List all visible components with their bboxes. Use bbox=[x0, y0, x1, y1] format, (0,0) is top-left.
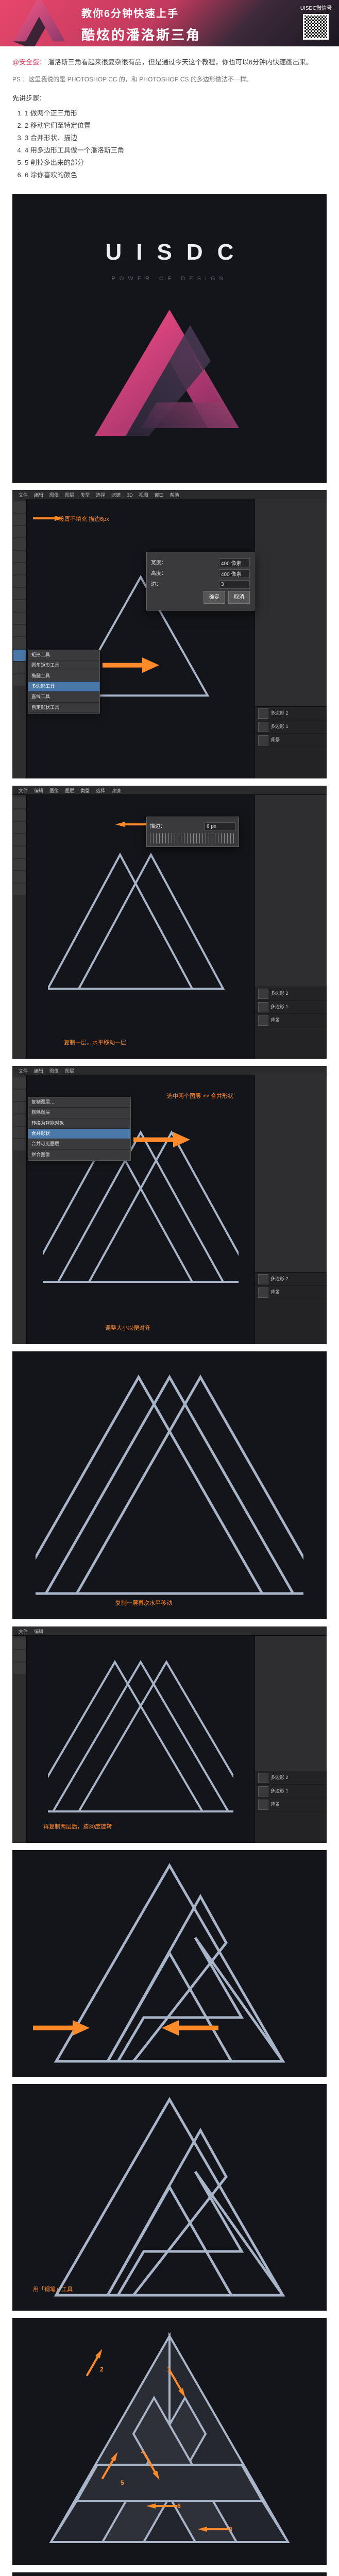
step-7-screenshot: 用「钢笔」工具 bbox=[12, 2084, 327, 2311]
layer-row[interactable]: 背景 bbox=[255, 734, 327, 747]
callout-text: 用「钢笔」工具 bbox=[33, 2285, 73, 2295]
author-link[interactable]: @安全蛋： bbox=[12, 58, 46, 66]
steps-list: 1 做两个正三角形 2 移动它们至特定位置 3 合并形状、描边 4 用多边形工具… bbox=[0, 108, 339, 188]
step-1-screenshot: 文件编辑图像 图层类型选择 滤镜3D视图 窗口帮助 多边形 2 多边形 1 背景 bbox=[12, 490, 327, 778]
brand-subtitle: POWER OF DESIGN bbox=[111, 274, 227, 284]
shape-tool-dropdown[interactable]: 矩形工具 圆角矩形工具 椭圆工具 多边形工具 直线工具 自定形状工具 bbox=[28, 650, 100, 714]
callout-text: 复制一层再次水平移动 bbox=[115, 1599, 172, 1608]
intro-para-2: ：这里我说的是 PHOTOSHOP CC 的，和 PHOTOSHOP CS 的多… bbox=[22, 76, 252, 83]
two-triangles-icon bbox=[48, 844, 233, 1009]
list-item: 2 移动它们至特定位置 bbox=[25, 120, 327, 131]
callout-text: 调整大小以便对齐 bbox=[105, 1324, 150, 1333]
qr-label: UISDC微信号 bbox=[300, 4, 332, 13]
step-8-screenshot: 1 2 3 4 5 6 bbox=[12, 2318, 327, 2565]
list-item: 4 用多边形工具做一个潘洛斯三角 bbox=[25, 145, 327, 156]
poly-sides-input[interactable] bbox=[219, 580, 250, 589]
stroke-width-input[interactable] bbox=[205, 822, 235, 831]
layer-row[interactable]: 多边形 2 bbox=[255, 707, 327, 720]
polygon-tool[interactable] bbox=[13, 650, 26, 661]
brand-title: UISDC bbox=[106, 233, 248, 272]
ok-button[interactable]: 确定 bbox=[204, 591, 225, 604]
ps-panels[interactable]: 多边形 2 多边形 1 背景 bbox=[255, 795, 327, 1059]
step-6-screenshot bbox=[12, 1850, 327, 2077]
poly-width-input[interactable] bbox=[219, 558, 250, 567]
callout-text: 再复制两层后，按30度旋转 bbox=[43, 1822, 112, 1832]
hero-qr: UISDC微信号 bbox=[300, 4, 332, 40]
penrose-outline-icon bbox=[41, 1855, 298, 2072]
ps-menubar[interactable]: 文件编辑图像 图层类型选择 滤镜3D视图 窗口帮助 bbox=[12, 490, 327, 499]
qr-code-icon bbox=[303, 14, 329, 40]
ps-menubar[interactable]: 文件编辑图像 图层类型选择 滤镜 bbox=[12, 786, 327, 795]
final-preview: UISDC POWER OF DESIGN bbox=[12, 194, 327, 483]
hero-title-1: 教你6分钟快速上手 bbox=[81, 5, 330, 23]
ps-canvas[interactable] bbox=[27, 499, 255, 778]
list-item: 6 涂你喜欢的颜色 bbox=[25, 170, 327, 181]
ps-panels[interactable]: 多边形 2 多边形 1 背景 bbox=[255, 499, 327, 778]
intro-block: @安全蛋： 潘洛斯三角看起来很复杂很有品，但是通过今天这个教程，你也可以6分钟内… bbox=[0, 46, 339, 90]
layer-row[interactable]: 多边形 1 bbox=[255, 720, 327, 734]
ps-toolbar[interactable] bbox=[12, 795, 27, 1059]
ps-toolbar[interactable] bbox=[12, 499, 27, 778]
callout-text: 设置不填充 描边6px bbox=[59, 515, 109, 524]
callout-text: 选中两个图层 >> 合并形状 bbox=[167, 1092, 233, 1101]
list-item: 3 合并形状、描边 bbox=[25, 132, 327, 144]
penrose-numbered-icon bbox=[36, 2326, 303, 2557]
cancel-button[interactable]: 取消 bbox=[228, 591, 250, 604]
list-item: 5 削掉多出来的部分 bbox=[25, 157, 327, 168]
step-4-screenshot: 复制一层再次水平移动 bbox=[12, 1351, 327, 1619]
steps-heading: 先讲步骤： bbox=[0, 93, 339, 104]
stroke-options-popup[interactable]: 描边： bbox=[146, 817, 239, 847]
step-2-screenshot: 文件编辑图像 图层类型选择 滤镜 多边形 2 多边形 1 背景 bbox=[12, 786, 327, 1059]
step-3-screenshot: 文件编辑图像图层 多边形 2 背景 复制图层…删除图层转换为智能对象 合并形状合… bbox=[12, 1066, 327, 1344]
intro-para-1: 潘洛斯三角看起来很复杂很有品，但是通过今天这个教程，你也可以6分钟内快速画出来。 bbox=[48, 58, 313, 66]
callout-text: 复制一层，水平移动一层 bbox=[64, 1038, 126, 1048]
hero-title-2: 酷炫的潘洛斯三角 bbox=[81, 24, 330, 46]
step-8b-screenshot: 1 2 3 4 5 6 bbox=[12, 2572, 327, 2576]
layer-menu-dropdown[interactable]: 复制图层…删除图层转换为智能对象 合并形状合并可见图层拼合图像 bbox=[28, 1097, 131, 1161]
create-polygon-dialog[interactable]: 宽度： 高度： 边： 确定 取消 bbox=[146, 552, 255, 611]
list-item: 1 做两个正三角形 bbox=[25, 108, 327, 119]
hero-banner: 教你6分钟快速上手 酷炫的潘洛斯三角 UISDC微信号 bbox=[0, 0, 339, 46]
penrose-icon bbox=[8, 0, 70, 46]
layers-panel[interactable]: 多边形 2 多边形 1 背景 bbox=[255, 706, 327, 778]
step-5-screenshot: 文件编辑 多边形 2 多边形 1 背景 再复制两层后，按30度旋转 bbox=[12, 1626, 327, 1843]
layers-panel[interactable]: 多边形 2 多边形 1 背景 bbox=[255, 987, 327, 1059]
penrose-showcase-icon bbox=[92, 304, 247, 444]
poly-height-input[interactable] bbox=[219, 569, 250, 578]
ps-label: PS bbox=[12, 76, 21, 83]
